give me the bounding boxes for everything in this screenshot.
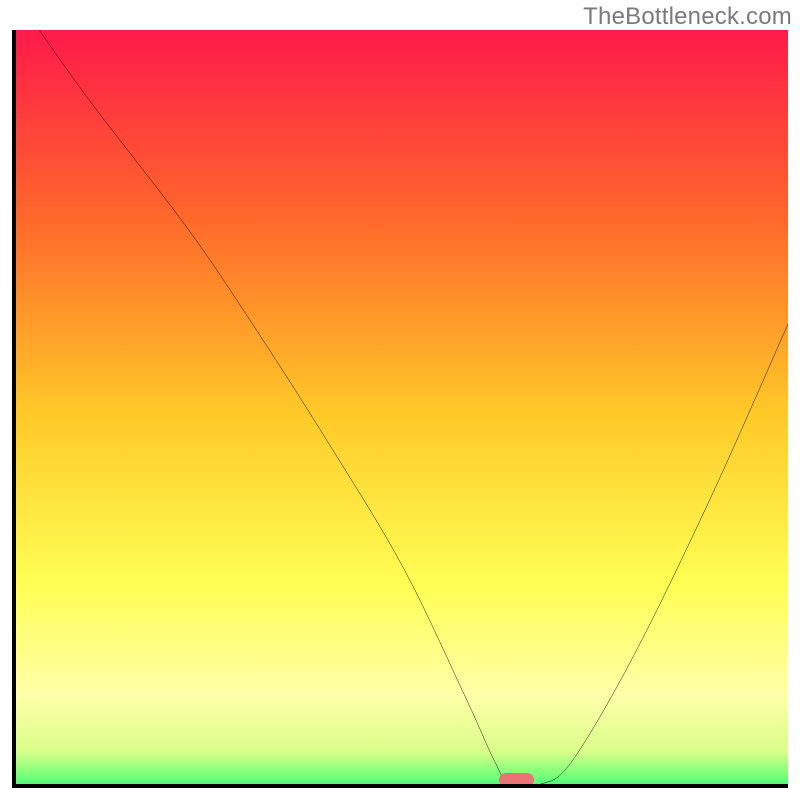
- optimal-marker: [499, 773, 534, 787]
- plot-area: [12, 30, 788, 788]
- chart-stage: TheBottleneck.com: [0, 0, 800, 800]
- watermark-text: TheBottleneck.com: [583, 3, 792, 31]
- bottleneck-curve: [16, 30, 788, 784]
